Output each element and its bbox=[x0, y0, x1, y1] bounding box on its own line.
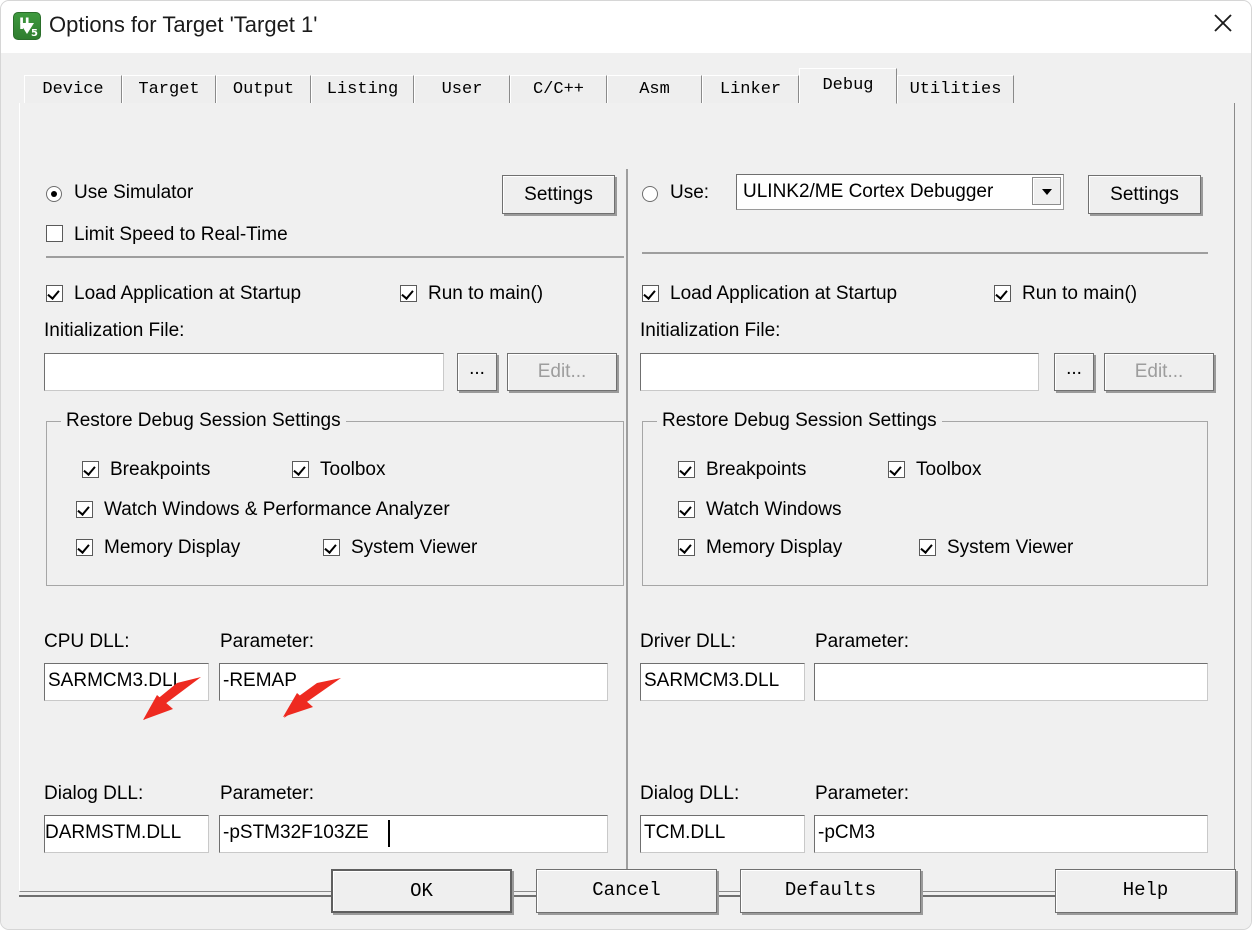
close-x-glyph bbox=[1214, 14, 1232, 32]
dialog-param-input[interactable]: -pSTM32F103ZE bbox=[219, 815, 608, 853]
dbg-init-file-input[interactable] bbox=[640, 353, 1039, 391]
sim-restore-session-title: Restore Debug Session Settings bbox=[61, 410, 346, 432]
dbg-system-viewer-checkbox[interactable] bbox=[919, 539, 936, 556]
use-debugger-label: Use: bbox=[670, 182, 710, 203]
dbg-memory-display-label: Memory Display bbox=[706, 537, 843, 558]
window-title: Options for Target 'Target 1' bbox=[49, 12, 318, 37]
tab-device[interactable]: Device bbox=[24, 75, 122, 104]
right-panel-divider bbox=[642, 252, 1208, 254]
tab-linker[interactable]: Linker bbox=[702, 75, 799, 104]
dbg-dialog-dll-input[interactable]: TCM.DLL bbox=[640, 815, 805, 853]
limit-speed-checkbox[interactable] bbox=[46, 225, 63, 242]
dbg-breakpoints-checkbox[interactable] bbox=[678, 461, 695, 478]
tab-user[interactable]: User bbox=[414, 75, 510, 104]
dbg-dialog-dll-label: Dialog DLL: bbox=[640, 783, 740, 804]
dbg-dialog-param-label: Parameter: bbox=[815, 783, 909, 804]
sim-init-file-input[interactable] bbox=[44, 353, 444, 391]
sim-init-file-edit-button[interactable]: Edit... bbox=[507, 353, 617, 391]
sim-load-app-label: Load Application at Startup bbox=[74, 283, 302, 304]
close-icon[interactable] bbox=[1193, 1, 1251, 45]
dbg-system-viewer-label: System Viewer bbox=[947, 537, 1074, 558]
sim-init-file-browse-button[interactable]: ... bbox=[457, 353, 497, 391]
chevron-down-icon[interactable] bbox=[1032, 177, 1061, 205]
dbg-load-app-label: Load Application at Startup bbox=[670, 283, 898, 304]
sim-system-viewer-label: System Viewer bbox=[351, 537, 478, 558]
limit-speed-label: Limit Speed to Real-Time bbox=[74, 224, 288, 245]
ok-button[interactable]: OK bbox=[331, 869, 512, 913]
tab-output[interactable]: Output bbox=[216, 75, 311, 104]
sim-run-to-main-label: Run to main() bbox=[428, 283, 544, 304]
sim-memory-display-checkbox[interactable] bbox=[76, 539, 93, 556]
sim-run-to-main-checkbox[interactable] bbox=[400, 285, 417, 302]
sim-load-app-checkbox[interactable] bbox=[46, 285, 63, 302]
dbg-dialog-param-input[interactable]: -pCM3 bbox=[814, 815, 1208, 853]
tab-target[interactable]: Target bbox=[122, 75, 216, 104]
sim-init-file-label: Initialization File: bbox=[44, 320, 185, 341]
tab-asm[interactable]: Asm bbox=[607, 75, 702, 104]
cpu-param-label: Parameter: bbox=[220, 631, 314, 652]
use-simulator-radio[interactable] bbox=[46, 186, 62, 202]
sim-toolbox-checkbox[interactable] bbox=[292, 461, 309, 478]
driver-dll-label: Driver DLL: bbox=[640, 631, 737, 652]
driver-dll-input[interactable]: SARMCM3.DLL bbox=[640, 663, 805, 701]
debugger-settings-button[interactable]: Settings bbox=[1088, 175, 1201, 214]
dbg-breakpoints-label: Breakpoints bbox=[706, 459, 807, 480]
uvision5-icon: μ 5 bbox=[13, 12, 41, 40]
tabstrip: Device Target Output Listing User C/C++ … bbox=[19, 68, 1029, 104]
dialog-dll-label: Dialog DLL: bbox=[44, 783, 144, 804]
debug-tab-panel: Use Simulator Settings Limit Speed to Re… bbox=[19, 103, 1235, 899]
debugger-select[interactable]: ULINK2/ME Cortex Debugger bbox=[736, 174, 1064, 210]
driver-param-input[interactable] bbox=[814, 663, 1208, 701]
debugger-select-value: ULINK2/ME Cortex Debugger bbox=[743, 181, 994, 202]
dbg-watch-windows-label: Watch Windows bbox=[706, 499, 842, 520]
tab-c-cpp[interactable]: C/C++ bbox=[510, 75, 607, 104]
dbg-load-app-checkbox[interactable] bbox=[642, 285, 659, 302]
dbg-init-file-label: Initialization File: bbox=[640, 320, 781, 341]
dbg-watch-windows-checkbox[interactable] bbox=[678, 501, 695, 518]
sim-watch-windows-checkbox[interactable] bbox=[76, 501, 93, 518]
use-debugger-radio[interactable] bbox=[642, 186, 658, 202]
driver-param-label: Parameter: bbox=[815, 631, 909, 652]
dbg-memory-display-checkbox[interactable] bbox=[678, 539, 695, 556]
left-panel-divider bbox=[46, 256, 624, 258]
dbg-toolbox-checkbox[interactable] bbox=[888, 461, 905, 478]
sim-toolbox-label: Toolbox bbox=[320, 459, 386, 480]
dialog-param-label: Parameter: bbox=[220, 783, 314, 804]
text-caret bbox=[388, 820, 390, 847]
cancel-button[interactable]: Cancel bbox=[536, 869, 717, 913]
defaults-button[interactable]: Defaults bbox=[740, 869, 921, 913]
tab-debug[interactable]: Debug bbox=[799, 68, 897, 104]
sim-breakpoints-checkbox[interactable] bbox=[82, 461, 99, 478]
dialog-dll-input[interactable]: DARMSTM.DLL bbox=[44, 815, 209, 853]
cpu-param-input[interactable]: -REMAP bbox=[219, 663, 608, 701]
dbg-init-file-edit-button[interactable]: Edit... bbox=[1104, 353, 1214, 391]
sim-watch-windows-label: Watch Windows & Performance Analyzer bbox=[104, 499, 450, 520]
sim-breakpoints-label: Breakpoints bbox=[110, 459, 211, 480]
use-simulator-label: Use Simulator bbox=[74, 182, 194, 203]
dbg-init-file-browse-button[interactable]: ... bbox=[1054, 353, 1094, 391]
sim-system-viewer-checkbox[interactable] bbox=[323, 539, 340, 556]
tab-listing[interactable]: Listing bbox=[311, 75, 414, 104]
five-glyph: 5 bbox=[31, 28, 38, 39]
title-bar: μ 5 Options for Target 'Target 1' bbox=[1, 1, 1251, 54]
tab-utilities[interactable]: Utilities bbox=[897, 75, 1014, 104]
dbg-toolbox-label: Toolbox bbox=[916, 459, 982, 480]
cpu-dll-input[interactable]: SARMCM3.DLL bbox=[44, 663, 209, 701]
simulator-settings-button[interactable]: Settings bbox=[502, 175, 615, 214]
dbg-run-to-main-checkbox[interactable] bbox=[994, 285, 1011, 302]
panel-divider-vertical bbox=[626, 169, 628, 899]
sim-memory-display-label: Memory Display bbox=[104, 537, 241, 558]
dbg-run-to-main-label: Run to main() bbox=[1022, 283, 1138, 304]
cpu-dll-label: CPU DLL: bbox=[44, 631, 130, 652]
options-dialog-window: μ 5 Options for Target 'Target 1' Device… bbox=[0, 0, 1252, 930]
dialog-body: Device Target Output Listing User C/C++ … bbox=[1, 53, 1251, 929]
dbg-restore-session-title: Restore Debug Session Settings bbox=[657, 410, 942, 432]
help-button[interactable]: Help bbox=[1055, 869, 1236, 913]
